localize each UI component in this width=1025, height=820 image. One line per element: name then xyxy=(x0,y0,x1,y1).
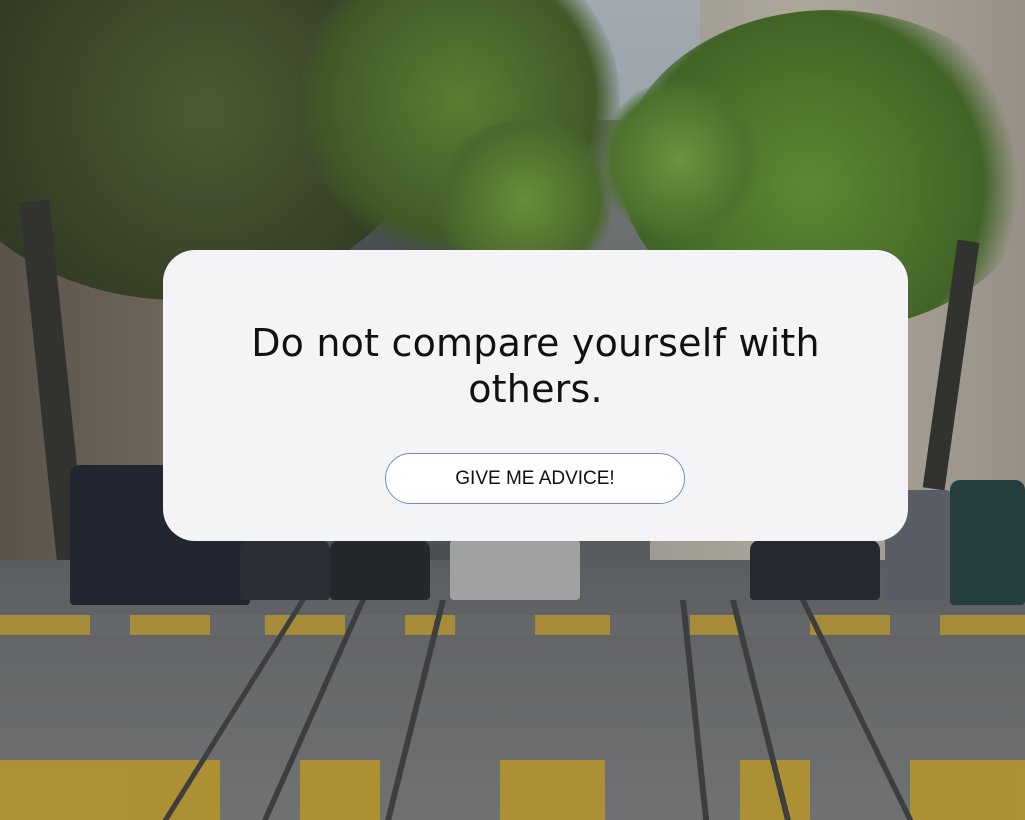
advice-card: Do not compare yourself with others. GIV… xyxy=(163,250,908,541)
give-advice-button[interactable]: GIVE ME ADVICE! xyxy=(385,453,685,504)
advice-quote: Do not compare yourself with others. xyxy=(251,321,820,411)
